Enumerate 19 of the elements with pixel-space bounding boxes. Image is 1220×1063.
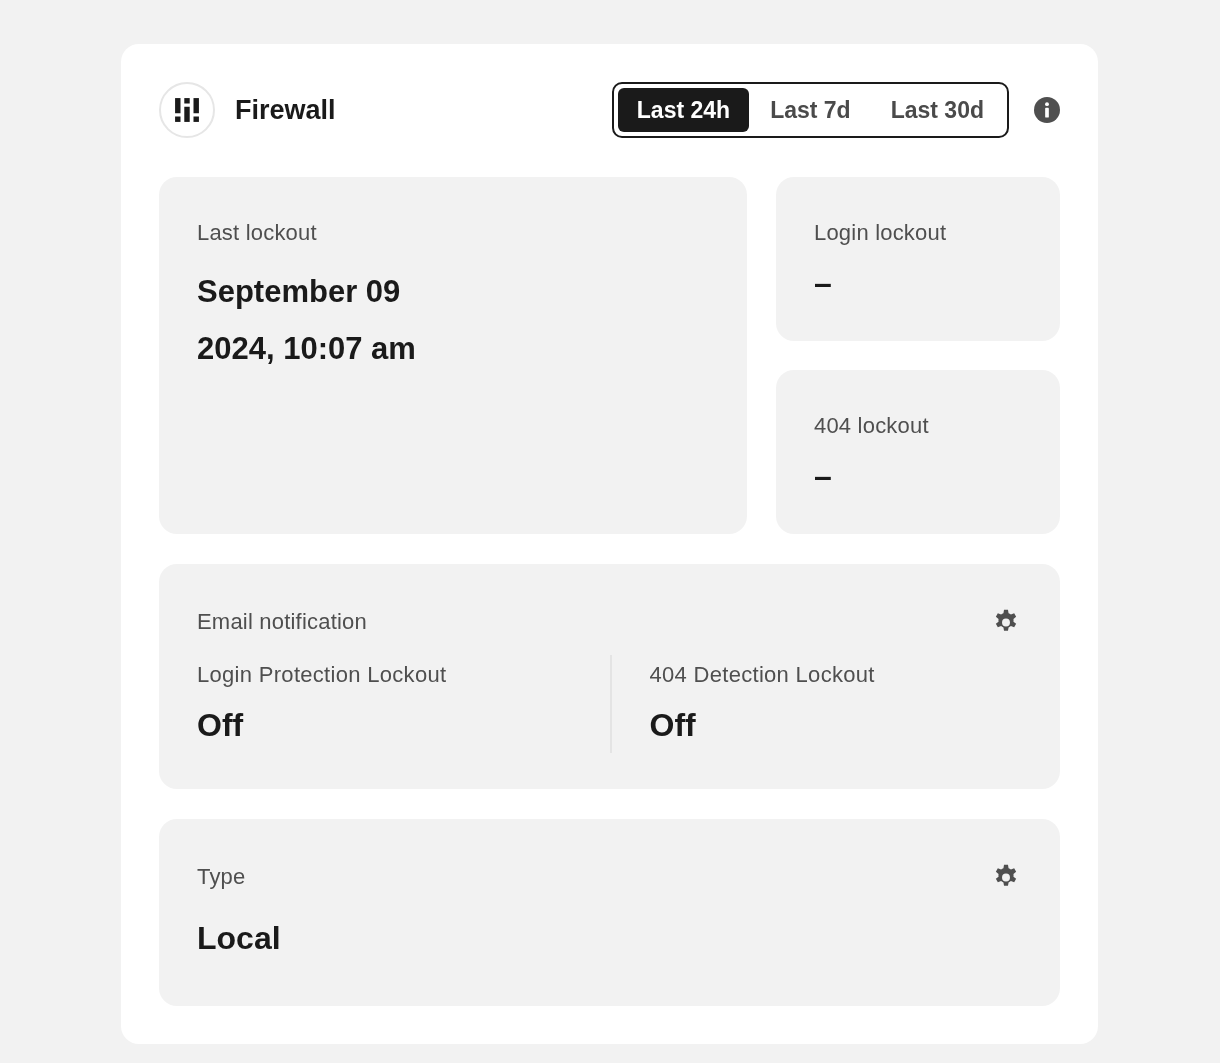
setting-label: Login Protection Lockout	[197, 662, 448, 688]
period-tab[interactable]: Last 24h	[617, 88, 750, 132]
setting-value: Off	[197, 706, 245, 745]
setting-label: 404 Detection Lockout	[649, 662, 876, 688]
card-label: Type	[197, 865, 246, 889]
card-value: –	[814, 264, 833, 303]
logo-icon	[159, 82, 215, 138]
lockout-date: September 09 2024, 10:07 am	[197, 273, 417, 368]
card-label: Login lockout	[814, 221, 948, 245]
period-tab[interactable]: Last 30d	[871, 88, 1003, 132]
type-value: Local	[197, 919, 282, 958]
widget-title: Firewall	[235, 94, 337, 126]
card-label: Last lockout	[197, 221, 318, 245]
info-icon[interactable]	[1034, 97, 1060, 123]
card-label: 404 lockout	[814, 414, 930, 438]
card-value: –	[814, 457, 833, 496]
setting-value: Off	[649, 706, 697, 745]
card-label: Email notification	[197, 610, 367, 634]
period-tab[interactable]: Last 7d	[751, 88, 870, 132]
